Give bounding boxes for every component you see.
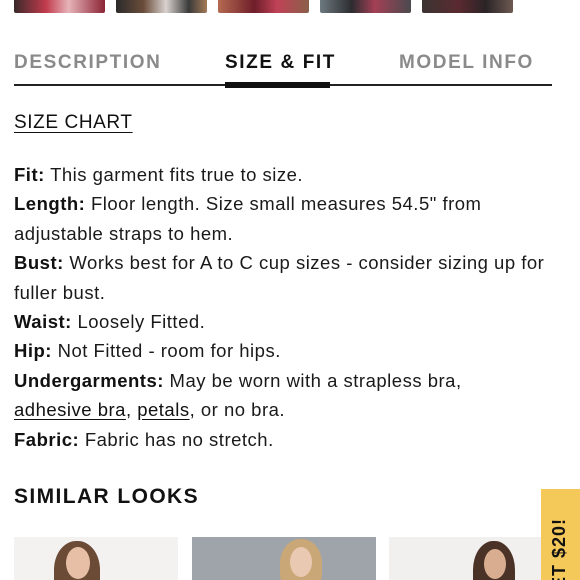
bust-label: Bust: — [14, 252, 64, 274]
product-thumbnail[interactable] — [422, 0, 513, 13]
model-photo — [66, 547, 90, 579]
waist-line: Waist: Loosely Fitted. — [14, 307, 559, 336]
hip-text: Not Fitted - room for hips. — [51, 340, 281, 362]
product-thumbnail[interactable] — [218, 0, 309, 13]
waist-label: Waist: — [14, 311, 72, 333]
undergarments-label: Undergarments: — [14, 369, 164, 391]
hip-label: Hip: — [14, 340, 52, 362]
product-page: DESCRIPTION SIZE & FIT MODEL INFO SIZE C… — [0, 0, 580, 580]
tab-description[interactable]: DESCRIPTION — [14, 52, 161, 74]
undergarments-line: Undergarments: May be worn with a strapl… — [14, 366, 559, 425]
similar-looks-heading: SIMILAR LOOKS — [14, 485, 200, 508]
petals-link[interactable]: petals — [137, 399, 189, 420]
undergarments-text: May be worn with a strapless bra, — [163, 369, 462, 391]
active-tab-indicator — [225, 82, 330, 88]
fit-label: Fit: — [14, 164, 45, 185]
bust-text: Works best for A to C cup sizes - consid… — [14, 252, 545, 303]
product-thumbnail[interactable] — [14, 0, 105, 13]
length-text: Floor length. Size small measures 54.5" … — [14, 193, 482, 244]
length-line: Length: Floor length. Size small measure… — [14, 189, 559, 248]
similar-look-card[interactable] — [14, 537, 178, 580]
size-chart-link[interactable]: SIZE CHART — [14, 112, 133, 134]
size-fit-details: Fit: This garment fits true to size. Len… — [14, 160, 559, 454]
undergarments-separator: , — [125, 399, 138, 421]
product-thumbnail[interactable] — [116, 0, 207, 13]
waist-text: Loosely Fitted. — [71, 311, 206, 333]
adhesive-bra-link[interactable]: adhesive bra — [14, 399, 126, 420]
product-thumbnail[interactable] — [320, 0, 411, 13]
undergarments-text-end: , or no bra. — [189, 399, 286, 421]
promo-text: ET $20! — [549, 517, 569, 580]
promo-tab[interactable]: ET $20! — [541, 489, 580, 580]
fabric-label: Fabric: — [14, 428, 80, 450]
tab-model-info[interactable]: MODEL INFO — [399, 52, 534, 74]
fabric-text: Fabric has no stretch. — [79, 428, 274, 450]
product-info-tabs: DESCRIPTION SIZE & FIT MODEL INFO — [14, 44, 552, 88]
similar-look-card[interactable] — [192, 537, 376, 580]
fabric-line: Fabric: Fabric has no stretch. — [14, 425, 559, 454]
model-photo — [290, 547, 312, 577]
thumbnail-strip — [14, 0, 513, 14]
model-photo — [484, 549, 506, 579]
tab-size-fit[interactable]: SIZE & FIT — [225, 52, 336, 74]
fit-line: Fit: This garment fits true to size. — [14, 160, 559, 189]
bust-line: Bust: Works best for A to C cup sizes - … — [14, 248, 559, 307]
length-label: Length: — [14, 193, 86, 215]
hip-line: Hip: Not Fitted - room for hips. — [14, 336, 559, 365]
fit-text: This garment fits true to size. — [44, 164, 304, 185]
